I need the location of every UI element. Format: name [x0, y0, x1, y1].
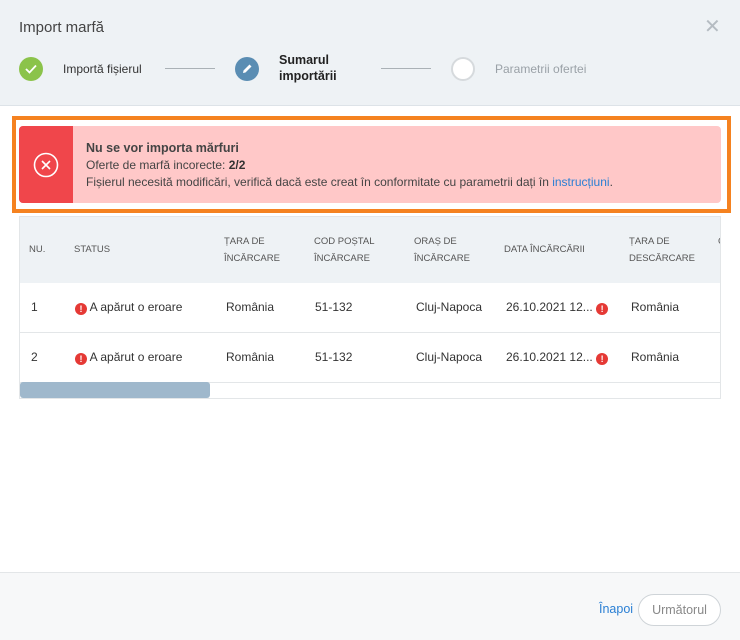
- step-connector: [381, 68, 431, 69]
- cell-loading-city: Cluj-Napoca: [416, 350, 483, 364]
- alert-incorrect-count: 2/2: [228, 158, 246, 172]
- alert-instructions-text: Fișierul necesită modificări, verifică d…: [86, 175, 613, 189]
- error-circle-icon: [19, 126, 73, 203]
- cell-loading-country: România: [226, 350, 275, 364]
- step-done-check-icon: [19, 57, 43, 81]
- step-label-offer-params: Parametrii ofertei: [495, 62, 587, 76]
- back-link[interactable]: Înapoi: [599, 602, 633, 616]
- alert-incorrect-offers-label: Oferte de marfă incorecte:: [86, 158, 229, 172]
- alert-instructions-message: Fișierul necesită modificări, verifică d…: [86, 175, 553, 189]
- cell-nr: 2: [31, 350, 38, 364]
- alert-incorrect-offers: Oferte de marfă incorecte: 2/2: [86, 158, 245, 172]
- cell-status-text: A apărut o eroare: [89, 350, 183, 364]
- col-header-loading-city: ORAȘ DE ÎNCĂRCARE: [414, 236, 470, 264]
- step-pending-circle: [451, 57, 475, 81]
- error-icon: !: [75, 303, 87, 315]
- cell-status: ! A apărut o eroare: [75, 300, 182, 315]
- cell-loading-country: România: [226, 300, 275, 314]
- instructions-link[interactable]: instrucțiuni: [552, 175, 609, 189]
- col-header-status: STATUS: [74, 244, 111, 255]
- next-button[interactable]: Următorul: [638, 594, 721, 626]
- cell-loading-postcode: 51-132: [315, 300, 353, 314]
- col-header-loading-postcode: COD POȘTAL ÎNCĂRCARE: [314, 236, 375, 264]
- cell-loading-date-text: 26.10.2021 12...: [506, 350, 593, 364]
- cell-status-text: A apărut o eroare: [89, 300, 183, 314]
- table-row[interactable]: 1 ! A apărut o eroare România 51-132 Clu…: [20, 283, 720, 333]
- table-row[interactable]: 2 ! A apărut o eroare România 51-132 Clu…: [20, 333, 720, 383]
- cell-unloading-country: România: [631, 350, 680, 364]
- error-icon: !: [596, 303, 609, 315]
- cell-loading-date-text: 26.10.2021 12...: [506, 300, 593, 314]
- cell-unloading-country: România: [631, 300, 680, 314]
- error-icon: !: [596, 353, 609, 365]
- dialog-footer: Înapoi Următorul: [0, 572, 740, 640]
- col-header-loading-date: DATA ÎNCĂRCĂRII: [504, 244, 585, 255]
- col-header-unloading-country: ȚARA DE DESCĂRCARE: [629, 236, 695, 264]
- step-active-pencil-icon: [235, 57, 259, 81]
- step-connector: [165, 68, 215, 69]
- dialog-title: Import marfă: [19, 19, 105, 36]
- cell-loading-date: 26.10.2021 12... !: [506, 300, 609, 315]
- close-icon[interactable]: ✕: [704, 17, 721, 37]
- cell-loading-postcode: 51-132: [315, 350, 353, 364]
- table-header: NU. STATUS ȚARA DE ÎNCĂRCARE COD POȘTAL …: [20, 217, 720, 283]
- error-alert: Nu se vor importa mărfuri Oferte de marf…: [19, 126, 721, 203]
- cell-nr: 1: [31, 300, 38, 314]
- alert-title: Nu se vor importa mărfuri: [86, 141, 239, 155]
- cell-status: ! A apărut o eroare: [75, 350, 182, 365]
- step-label-import-summary: Sumarul importării: [279, 53, 337, 83]
- alert-period: .: [609, 175, 613, 189]
- cell-loading-city: Cluj-Napoca: [416, 300, 483, 314]
- cell-loading-date: 26.10.2021 12... !: [506, 350, 609, 365]
- step-label-import-file: Importă fișierul: [63, 62, 142, 76]
- import-table: NU. STATUS ȚARA DE ÎNCĂRCARE COD POȘTAL …: [19, 216, 721, 399]
- dialog-header: Import marfă ✕ Importă fișierul Sumarul …: [0, 0, 740, 106]
- col-header-nr: NU.: [29, 244, 46, 255]
- col-header-truncated: C: [718, 233, 720, 250]
- error-icon: !: [75, 353, 87, 365]
- horizontal-scrollbar[interactable]: [20, 382, 210, 398]
- col-header-loading-country: ȚARA DE ÎNCĂRCARE: [224, 236, 280, 264]
